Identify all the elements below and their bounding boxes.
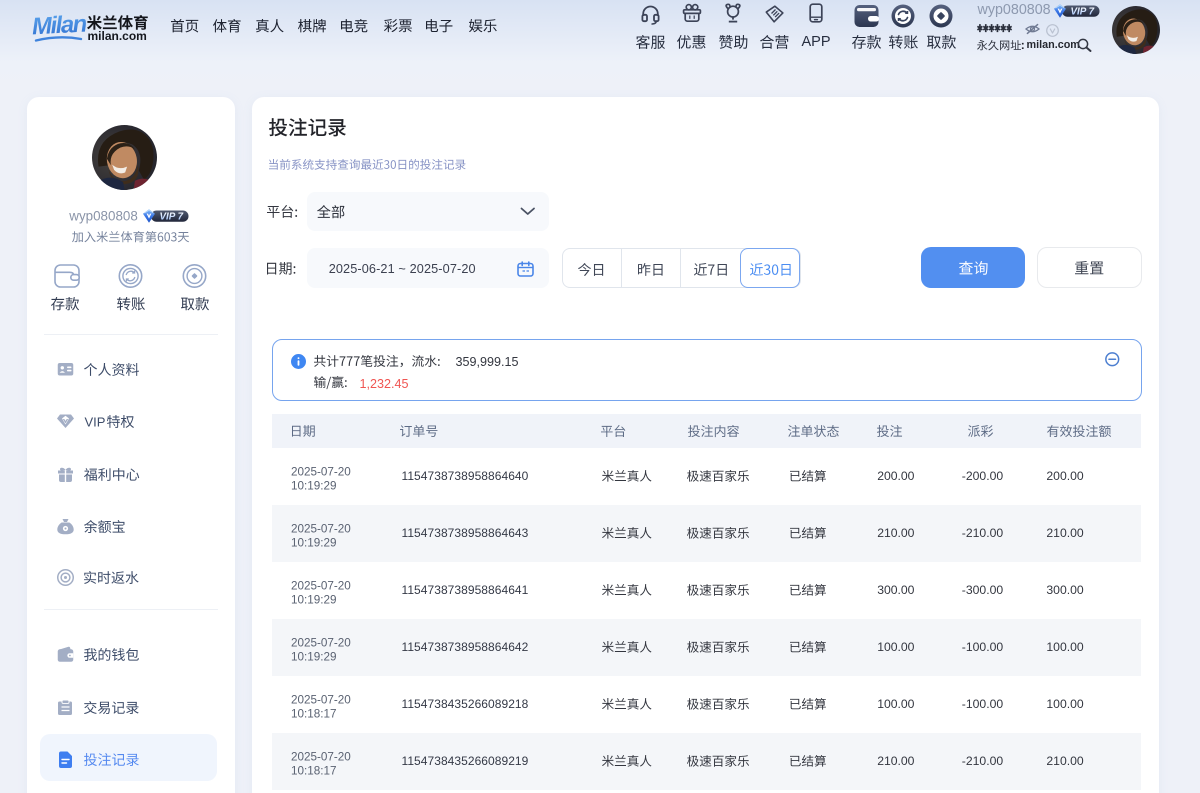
svg-text:VIP 7: VIP 7	[159, 211, 183, 222]
svg-text:VIP 7: VIP 7	[1071, 6, 1095, 17]
